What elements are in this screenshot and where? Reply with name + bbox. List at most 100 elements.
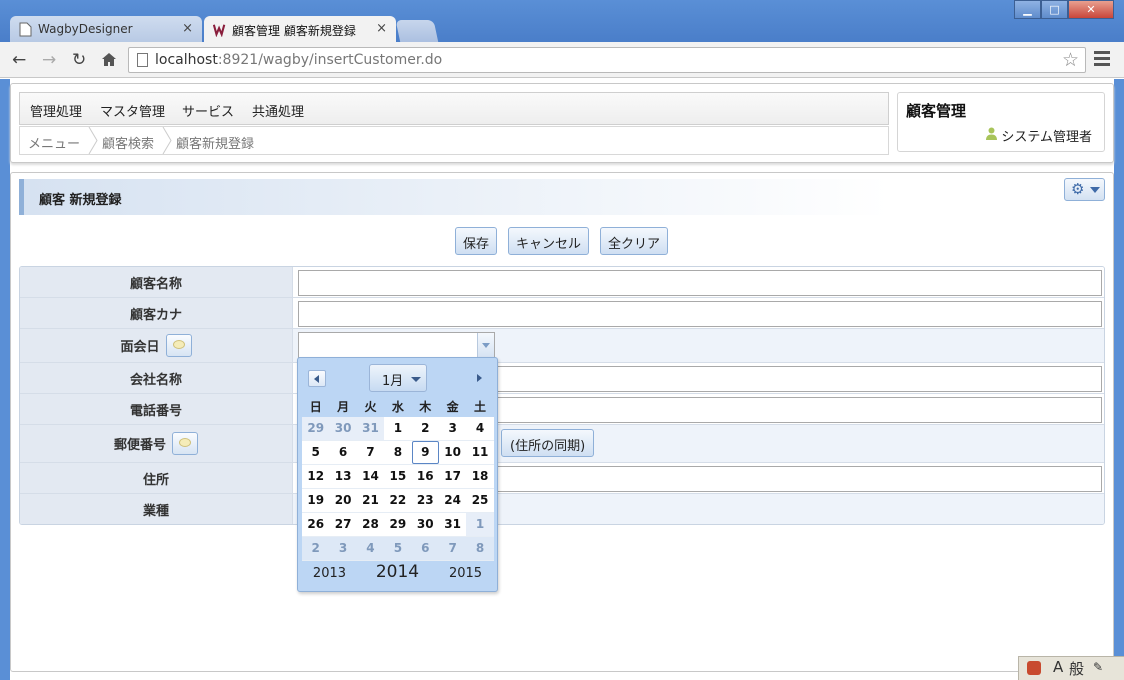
day-cell[interactable]: 1: [384, 417, 411, 440]
day-cell[interactable]: 3: [329, 537, 357, 560]
tab-close-icon[interactable]: ×: [376, 21, 387, 36]
field-label: 業種: [20, 494, 293, 524]
day-cell[interactable]: 5: [384, 537, 412, 560]
cancel-button[interactable]: キャンセル: [508, 227, 590, 255]
day-cell[interactable]: 6: [329, 441, 356, 464]
day-cell[interactable]: 18: [466, 465, 493, 488]
user-icon: [986, 127, 997, 140]
day-cell[interactable]: 26: [302, 513, 329, 536]
prev-year[interactable]: 2013: [313, 566, 346, 581]
menu-item-service[interactable]: サービス: [182, 101, 234, 120]
day-cell[interactable]: 13: [329, 465, 356, 488]
menu-item-common[interactable]: 共通処理: [252, 101, 304, 120]
ime-icon[interactable]: [1027, 661, 1041, 675]
day-cell[interactable]: 3: [439, 417, 466, 440]
day-cell[interactable]: 5: [302, 441, 329, 464]
ime-settings-icon[interactable]: ✎: [1093, 660, 1103, 674]
day-cell[interactable]: 16: [412, 465, 439, 488]
home-icon[interactable]: [101, 52, 117, 67]
ime-kanji-mode[interactable]: 般: [1069, 658, 1084, 679]
day-cell[interactable]: 8: [466, 537, 494, 560]
day-cell[interactable]: 28: [357, 513, 384, 536]
breadcrumb-menu[interactable]: メニュー: [28, 133, 80, 152]
tab-wagby-designer[interactable]: WagbyDesigner ×: [10, 16, 202, 43]
day-cell[interactable]: 29: [302, 417, 330, 440]
day-cell[interactable]: 12: [302, 465, 329, 488]
current-year: 2014: [375, 562, 420, 582]
tab-customer-insert[interactable]: 顧客管理 顧客新規登録 ×: [204, 16, 396, 43]
day-cell[interactable]: 14: [357, 465, 384, 488]
field-label: 会社名称: [20, 363, 293, 393]
day-cell-today[interactable]: 9: [411, 441, 439, 464]
help-balloon-icon[interactable]: [172, 432, 198, 455]
day-cell[interactable]: 17: [439, 465, 466, 488]
day-cell[interactable]: 11: [466, 441, 493, 464]
chevron-down-icon[interactable]: [477, 333, 494, 357]
customer-name-input[interactable]: [298, 270, 1102, 296]
customer-form: 顧客名称 顧客カナ 面会日 会社名称 電話番号 郵便番号 (住所の同期) 住所 …: [19, 266, 1105, 525]
day-cell[interactable]: 31: [439, 513, 466, 536]
prev-month-button[interactable]: [308, 370, 326, 387]
form-row-phone: 電話番号: [20, 394, 1104, 425]
day-cell[interactable]: 24: [439, 489, 466, 512]
clear-all-button[interactable]: 全クリア: [600, 227, 669, 255]
breadcrumb: メニュー 顧客検索 顧客新規登録: [19, 126, 889, 155]
logged-in-user[interactable]: システム管理者: [1001, 126, 1092, 145]
form-row-customer-name: 顧客名称: [20, 267, 1104, 298]
weekday-label: 金: [446, 400, 459, 414]
back-arrow-icon[interactable]: ←: [12, 50, 26, 70]
browser-menu-icon[interactable]: [1094, 51, 1110, 69]
forward-arrow-icon[interactable]: →: [42, 50, 56, 70]
save-button[interactable]: 保存: [455, 227, 498, 255]
day-cell[interactable]: 25: [466, 489, 493, 512]
sync-address-button[interactable]: (住所の同期): [501, 429, 595, 457]
day-cell[interactable]: 29: [384, 513, 411, 536]
settings-menu-button[interactable]: ⚙: [1064, 178, 1105, 201]
day-cell[interactable]: 19: [302, 489, 329, 512]
new-tab-button[interactable]: [395, 20, 439, 43]
close-window-button[interactable]: ✕: [1068, 0, 1114, 19]
tab-close-icon[interactable]: ×: [182, 21, 193, 36]
day-cell[interactable]: 21: [357, 489, 384, 512]
menu-item-admin[interactable]: 管理処理: [30, 101, 82, 120]
day-cell[interactable]: 30: [412, 513, 439, 536]
day-cell[interactable]: 22: [384, 489, 411, 512]
minimize-button[interactable]: ▁: [1014, 0, 1041, 19]
ime-mode[interactable]: A: [1053, 658, 1063, 676]
menu-item-master[interactable]: マスタ管理: [100, 101, 165, 120]
day-cell[interactable]: 23: [412, 489, 439, 512]
browser-titlebar: WagbyDesigner × 顧客管理 顧客新規登録 × ▁ □ ✕: [0, 0, 1124, 43]
day-cell[interactable]: 10: [439, 441, 466, 464]
ime-toolbar: A 般 ✎: [1018, 656, 1124, 680]
day-cell[interactable]: 31: [356, 417, 385, 440]
day-cell[interactable]: 30: [329, 417, 357, 440]
day-cell[interactable]: 7: [357, 441, 384, 464]
day-cell[interactable]: 8: [384, 441, 411, 464]
main-panel: 顧客 新規登録 ⚙ 保存 キャンセル 全クリア 顧客名称 顧客カナ 面会日 会社…: [10, 172, 1114, 672]
day-cell[interactable]: 15: [384, 465, 411, 488]
field-label: 面会日: [20, 329, 293, 362]
next-month-button[interactable]: [471, 370, 489, 387]
day-cell[interactable]: 1: [466, 513, 494, 536]
day-cell[interactable]: 7: [438, 537, 467, 560]
help-balloon-icon[interactable]: [165, 334, 192, 357]
day-cell[interactable]: 4: [466, 417, 493, 440]
customer-kana-input[interactable]: [298, 301, 1102, 327]
reload-icon[interactable]: ↻: [72, 50, 86, 70]
day-cell[interactable]: 2: [302, 537, 330, 560]
day-cell[interactable]: 2: [412, 417, 439, 440]
breadcrumb-current: 顧客新規登録: [176, 137, 255, 152]
maximize-button[interactable]: □: [1041, 0, 1068, 19]
next-year[interactable]: 2015: [449, 566, 482, 581]
meeting-date-input[interactable]: [298, 332, 495, 358]
day-cell[interactable]: 27: [329, 513, 356, 536]
month-select[interactable]: 1月: [369, 364, 427, 392]
field-label: 郵便番号: [20, 425, 293, 462]
day-cell[interactable]: 6: [411, 537, 439, 560]
bookmark-star-icon[interactable]: ☆: [1062, 49, 1079, 71]
address-bar[interactable]: localhost:8921/wagby/insertCustomer.do ☆: [128, 47, 1086, 73]
day-cell[interactable]: 4: [356, 537, 385, 560]
tab-label: WagbyDesigner: [38, 22, 133, 36]
day-cell[interactable]: 20: [329, 489, 356, 512]
breadcrumb-customer-search[interactable]: 顧客検索: [102, 133, 154, 152]
